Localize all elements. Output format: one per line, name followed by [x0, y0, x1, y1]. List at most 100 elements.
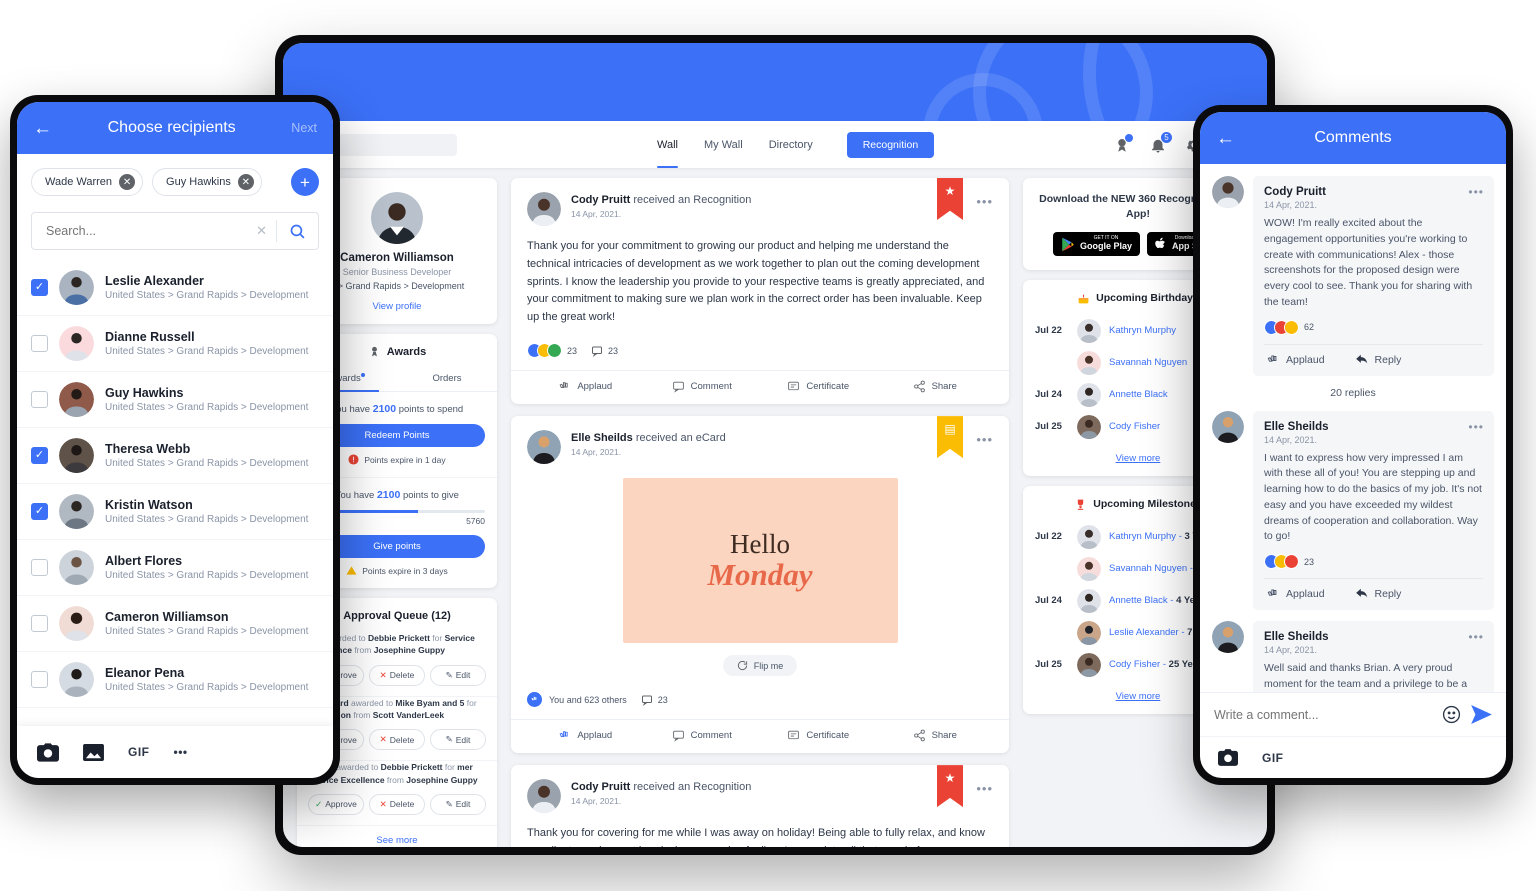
apple-icon	[1155, 237, 1165, 248]
delete-button[interactable]: ✕ Delete	[369, 793, 425, 815]
contact-row[interactable]: Leslie Alexander United States > Grand R…	[17, 260, 333, 316]
applaud-action[interactable]: Applaud	[527, 729, 644, 742]
comment-reactions[interactable]: 62	[1264, 311, 1483, 344]
applaud-action[interactable]: Applaud	[1266, 353, 1325, 367]
comments-toolbar: GIF	[1200, 736, 1506, 778]
more-options-icon[interactable]: •••	[174, 745, 188, 759]
ribbon-badge-star: ★	[937, 178, 963, 220]
contact-checkbox[interactable]	[31, 391, 48, 408]
contact-info: Kristin Watson United States > Grand Rap…	[105, 498, 308, 525]
contact-location: United States > Grand Rapids > Developme…	[105, 290, 309, 301]
contact-row[interactable]: Albert Flores United States > Grand Rapi…	[17, 540, 333, 596]
next-button[interactable]: Next	[291, 121, 317, 135]
comment-action[interactable]: Comment	[644, 380, 761, 393]
reaction-yellow-icon	[1284, 319, 1299, 335]
delete-label: Delete	[389, 734, 415, 745]
applaud-action[interactable]: Applaud	[527, 380, 644, 393]
selected-chips: Wade Warren ✕ Guy Hawkins ✕ +	[17, 154, 333, 196]
recognition-button[interactable]: Recognition	[846, 131, 935, 158]
reply-action[interactable]: Reply	[1355, 353, 1401, 367]
back-arrow-icon[interactable]: ←	[1216, 129, 1235, 148]
contact-row[interactable]: Cameron Williamson United States > Grand…	[17, 596, 333, 652]
comment-avatar	[1212, 176, 1244, 208]
contact-row[interactable]: Eleanor Pena United States > Grand Rapid…	[17, 652, 333, 708]
tab-my-wall[interactable]: My Wall	[704, 121, 743, 168]
birthday-name[interactable]: Annette Black	[1109, 389, 1168, 400]
edit-button[interactable]: ✎ Edit	[430, 664, 486, 686]
comment-stat[interactable]: 23	[641, 694, 668, 706]
approval-see-more[interactable]: See more	[297, 826, 497, 847]
post-menu-icon[interactable]: •••	[976, 432, 993, 447]
gif-button[interactable]: GIF	[1262, 751, 1284, 765]
comment-input[interactable]	[1214, 707, 1432, 722]
delete-button[interactable]: ✕ Delete	[369, 729, 425, 751]
search-icon[interactable]	[277, 223, 318, 240]
contact-checkbox[interactable]	[31, 615, 48, 632]
birthday-name[interactable]: Savannah Nguyen	[1109, 357, 1187, 368]
comment-stat[interactable]: 23	[591, 345, 618, 357]
reaction-group[interactable]: 23	[527, 343, 577, 359]
contact-row[interactable]: Guy Hawkins United States > Grand Rapids…	[17, 372, 333, 428]
reply-icon	[1355, 588, 1367, 598]
post-menu-icon[interactable]: •••	[976, 194, 993, 209]
contact-row[interactable]: Dianne Russell United States > Grand Rap…	[17, 316, 333, 372]
birthday-name[interactable]: Kathryn Murphy	[1109, 325, 1176, 336]
post-menu-icon[interactable]: •••	[976, 781, 993, 796]
give-expiry-text: Points expire in 3 days	[362, 565, 448, 576]
edit-button[interactable]: ✎ Edit	[430, 793, 486, 815]
comment-menu-icon[interactable]: •••	[1468, 420, 1484, 434]
post-action-text: received an Recognition	[633, 194, 752, 206]
add-recipient-button[interactable]: +	[291, 168, 319, 196]
contact-row[interactable]: Theresa Webb United States > Grand Rapid…	[17, 428, 333, 484]
chip-remove-icon[interactable]: ✕	[237, 174, 254, 190]
comment-reactions[interactable]: 23	[1264, 545, 1483, 578]
contact-checkbox[interactable]	[31, 671, 48, 688]
chip-recipient[interactable]: Guy Hawkins ✕	[152, 168, 262, 196]
tab-wall[interactable]: Wall	[657, 121, 678, 168]
contact-name: Kristin Watson	[105, 498, 193, 512]
comment-menu-icon[interactable]: •••	[1468, 630, 1484, 644]
contact-checkbox[interactable]	[31, 279, 48, 296]
applaud-reaction-icon	[527, 692, 542, 708]
contact-checkbox[interactable]	[31, 559, 48, 576]
chip-recipient[interactable]: Wade Warren ✕	[31, 168, 144, 196]
medal-icon[interactable]	[1113, 132, 1134, 154]
contact-checkbox[interactable]	[31, 503, 48, 520]
send-icon[interactable]	[1471, 705, 1492, 724]
clear-search-icon[interactable]: ✕	[247, 223, 276, 239]
camera-icon[interactable]	[1218, 749, 1238, 766]
contact-list: Leslie Alexander United States > Grand R…	[17, 260, 333, 726]
tab-orders[interactable]: Orders	[397, 367, 497, 391]
camera-icon[interactable]	[37, 742, 59, 762]
approve-button[interactable]: ✓Approve	[308, 793, 364, 815]
contact-row[interactable]: Kristin Watson United States > Grand Rap…	[17, 484, 333, 540]
share-action[interactable]: Share	[877, 380, 994, 393]
emoji-icon[interactable]	[1442, 705, 1461, 724]
milestone-person: Annette Black -	[1109, 595, 1177, 607]
comment-action[interactable]: Comment	[644, 729, 761, 742]
contact-checkbox[interactable]	[31, 447, 48, 464]
contact-checkbox[interactable]	[31, 335, 48, 352]
certificate-action[interactable]: Certificate	[760, 729, 877, 742]
bell-icon[interactable]: 5	[1149, 130, 1173, 154]
chip-remove-icon[interactable]: ✕	[119, 174, 136, 190]
reply-action[interactable]: Reply	[1355, 587, 1401, 601]
birthday-name[interactable]: Cody Fisher	[1109, 421, 1160, 432]
back-arrow-icon[interactable]: ←	[33, 119, 52, 138]
replies-count[interactable]: 20 replies	[1212, 387, 1494, 399]
approve-label: Approve	[325, 799, 357, 810]
like-summary[interactable]: You and 623 others	[527, 692, 627, 708]
search-input[interactable]	[32, 224, 248, 238]
delete-button[interactable]: ✕ Delete	[369, 664, 425, 686]
share-action[interactable]: Share	[877, 729, 994, 742]
gif-button[interactable]: GIF	[128, 745, 150, 759]
edit-button[interactable]: ✎ Edit	[430, 729, 486, 751]
comment-menu-icon[interactable]: •••	[1468, 185, 1484, 199]
applaud-label: Applaud	[1286, 353, 1325, 366]
google-play-badge[interactable]: GET IT ON Google Play	[1052, 232, 1140, 256]
certificate-action[interactable]: Certificate	[760, 380, 877, 393]
applaud-action[interactable]: Applaud	[1266, 587, 1325, 601]
flip-card-button[interactable]: Flip me	[722, 655, 798, 677]
image-icon[interactable]	[83, 743, 104, 762]
tab-directory[interactable]: Directory	[769, 121, 813, 168]
